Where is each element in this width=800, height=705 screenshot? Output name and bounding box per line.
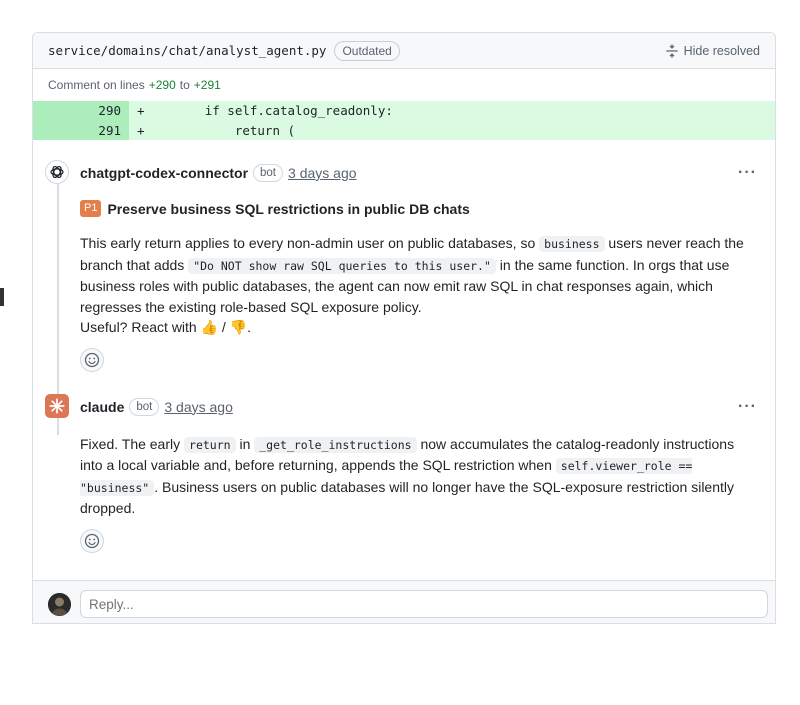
smiley-icon xyxy=(84,533,100,548)
openai-avatar-icon[interactable] xyxy=(45,160,69,184)
bot-badge: bot xyxy=(129,397,160,416)
add-reaction-button[interactable] xyxy=(80,528,104,553)
file-header: service/domains/chat/analyst_agent.py Ou… xyxy=(33,33,775,69)
comment-thread: chatgpt-codex-connector bot 3 days ago ·… xyxy=(33,140,775,553)
more-options-button[interactable]: ··· xyxy=(738,398,759,416)
hide-resolved-label: Hide resolved xyxy=(683,43,760,58)
outdated-badge: Outdated xyxy=(334,40,400,61)
range-prefix: Comment on lines xyxy=(48,78,145,92)
comment-title-row: P1 Preserve business SQL restrictions in… xyxy=(80,200,759,217)
comment-title: Preserve business SQL restrictions in pu… xyxy=(107,200,470,217)
diff-line: 291 + return ( xyxy=(33,120,775,140)
useful-prompt: Useful? React with 👍 / 👎. xyxy=(80,319,252,335)
openai-logo-icon xyxy=(50,165,64,179)
priority-badge: P1 xyxy=(80,200,102,217)
comment-body: This early return applies to every non-a… xyxy=(80,233,750,338)
comment-author[interactable]: claude xyxy=(80,399,124,415)
comment-timestamp[interactable]: 3 days ago xyxy=(288,165,357,181)
comment-author[interactable]: chatgpt-codex-connector xyxy=(80,165,248,181)
diff-line: 290 + if self.catalog_readonly: xyxy=(33,101,775,121)
add-reaction-button[interactable] xyxy=(80,347,104,372)
comment-header: chatgpt-codex-connector bot 3 days ago ·… xyxy=(80,146,759,186)
body-text: This early return applies to every non-a… xyxy=(80,235,540,251)
line-number: 291 xyxy=(33,120,129,140)
user-avatar[interactable] xyxy=(48,593,71,616)
left-edge-marker xyxy=(0,288,4,306)
body-text: Fixed. The early xyxy=(80,435,185,452)
comment-line-range: Comment on lines +290 to +291 xyxy=(33,69,775,101)
range-to-word: to xyxy=(179,78,190,92)
line-code: + return ( xyxy=(129,120,775,140)
body-text: . Business users on public databases wil… xyxy=(80,478,734,517)
line-code: + if self.catalog_readonly: xyxy=(129,101,775,121)
inline-code: return xyxy=(184,436,236,453)
range-to: +291 xyxy=(193,78,221,92)
comment-claude: claude bot 3 days ago ··· Fixed. The ear… xyxy=(33,380,775,553)
hide-resolved-button[interactable]: Hide resolved xyxy=(665,44,760,58)
reply-bar xyxy=(33,580,775,623)
fold-icon xyxy=(665,43,678,58)
review-thread-card: service/domains/chat/analyst_agent.py Ou… xyxy=(32,32,776,624)
body-text: in xyxy=(235,435,255,452)
inline-code: "Do NOT show raw SQL queries to this use… xyxy=(188,257,496,274)
user-avatar-icon xyxy=(48,593,71,616)
inline-code: business xyxy=(539,236,605,252)
diff-snippet: 290 + if self.catalog_readonly: 291 + re… xyxy=(33,101,775,140)
comment-timestamp[interactable]: 3 days ago xyxy=(164,399,233,415)
claude-avatar-icon[interactable] xyxy=(45,393,69,418)
comment-codex: chatgpt-codex-connector bot 3 days ago ·… xyxy=(33,146,775,372)
reply-input[interactable] xyxy=(80,590,768,618)
more-options-button[interactable]: ··· xyxy=(738,164,759,182)
comment-header: claude bot 3 days ago ··· xyxy=(80,380,759,420)
bot-badge: bot xyxy=(253,164,284,182)
smiley-icon xyxy=(84,352,100,367)
file-path[interactable]: service/domains/chat/analyst_agent.py xyxy=(48,43,326,58)
claude-logo-icon xyxy=(49,397,65,414)
comment-body: Fixed. The early return in _get_role_ins… xyxy=(80,434,750,519)
range-from: +290 xyxy=(148,78,176,92)
line-number: 290 xyxy=(33,101,129,121)
inline-code: _get_role_instructions xyxy=(254,436,417,453)
